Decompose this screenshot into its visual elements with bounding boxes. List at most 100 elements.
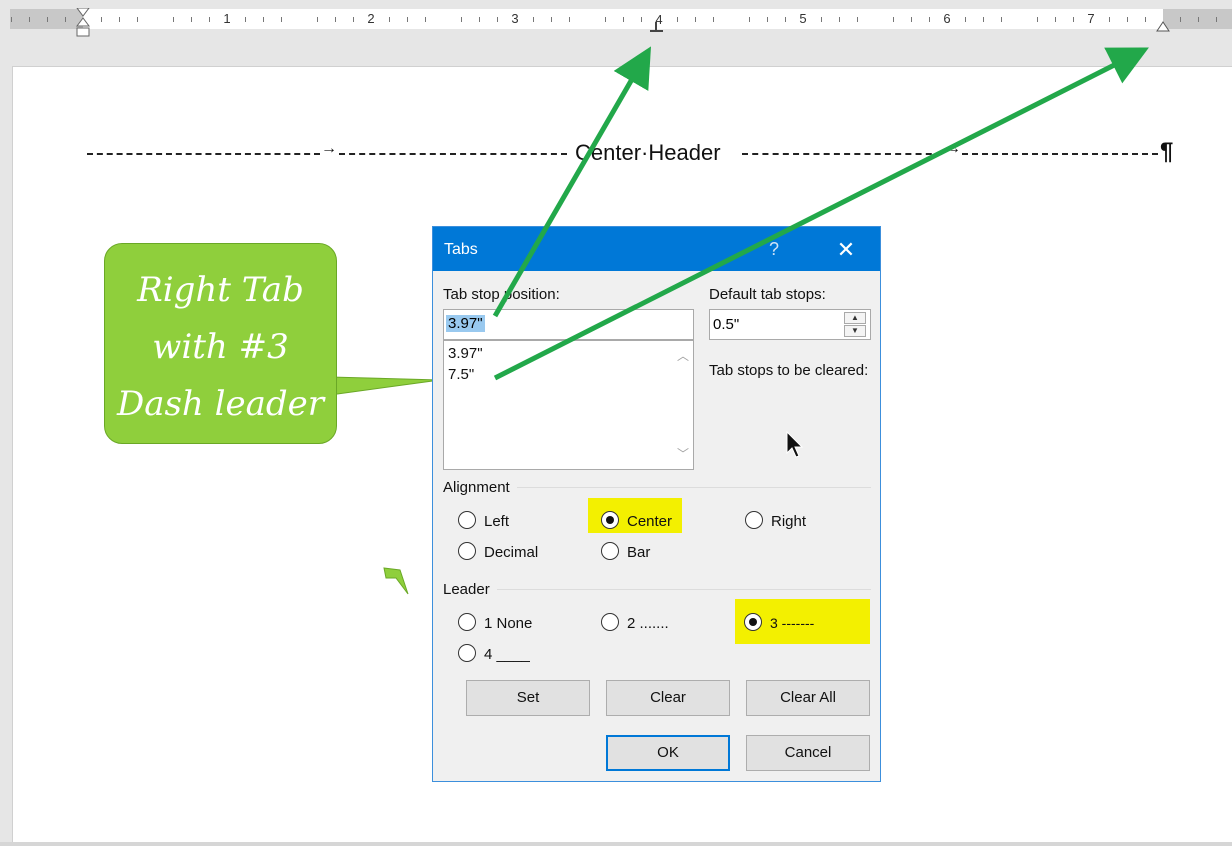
ruler-tick (623, 17, 624, 22)
ruler-number: 7 (1087, 11, 1095, 26)
ok-button[interactable]: OK (606, 735, 730, 771)
dialog-titlebar[interactable]: Tabs ? ✕ (433, 227, 880, 271)
ruler-tick (713, 17, 714, 22)
ruler-tick (137, 17, 138, 22)
alignment-decimal-radio[interactable] (458, 542, 476, 560)
ruler-tick (1037, 17, 1038, 22)
leader-none-radio[interactable] (458, 613, 476, 631)
ruler-tick (605, 17, 606, 22)
ruler-tick (911, 17, 912, 22)
ruler-tick (839, 17, 840, 22)
ruler-tick (533, 17, 534, 22)
alignment-center-label[interactable]: Center (627, 513, 672, 530)
ruler-tick (929, 17, 930, 22)
dash-leader (87, 153, 320, 155)
ruler-tick (29, 17, 30, 22)
clear-all-button[interactable]: Clear All (746, 680, 870, 716)
ruler-tick (551, 17, 552, 22)
indent-marker-icon[interactable] (76, 8, 90, 38)
tab-stop-position-input[interactable]: 3.97" (443, 309, 694, 340)
ruler-tick (641, 17, 642, 22)
ruler-tick (749, 17, 750, 22)
alignment-bar-radio[interactable] (601, 542, 619, 560)
list-item[interactable]: 3.97" (448, 345, 483, 362)
ruler-tick (1180, 17, 1181, 22)
ruler-tick (569, 17, 570, 22)
spin-down-icon[interactable]: ▼ (844, 325, 866, 337)
ruler-tick (965, 17, 966, 22)
tab-stop-position-label: Tab stop position: (443, 286, 560, 303)
group-divider (497, 589, 871, 590)
close-icon[interactable]: ✕ (831, 235, 861, 265)
clear-button[interactable]: Clear (606, 680, 730, 716)
ruler-number: 6 (943, 11, 951, 26)
callout-line: Dash leader (116, 384, 325, 424)
ruler-tick (47, 17, 48, 22)
ruler-tick (857, 17, 858, 22)
spin-up-icon[interactable]: ▲ (844, 312, 866, 324)
ruler-tick (245, 17, 246, 22)
ruler-tick (1073, 17, 1074, 22)
ruler-tick (983, 17, 984, 22)
ruler-tick (11, 17, 12, 22)
horizontal-ruler[interactable]: 1 2 3 4 5 6 7 (0, 0, 1232, 37)
alignment-decimal-label[interactable]: Decimal (484, 544, 538, 561)
help-icon[interactable]: ? (769, 239, 779, 260)
default-tab-stops-input[interactable]: 0.5" ▲ ▼ (709, 309, 871, 340)
leader-none-label[interactable]: 1 None (484, 615, 532, 632)
ruler-tick (1055, 17, 1056, 22)
alignment-right-radio[interactable] (745, 511, 763, 529)
dash-leader (962, 153, 1158, 155)
ruler-tick (209, 17, 210, 22)
ruler-tick (1145, 17, 1146, 22)
tabs-dialog[interactable]: Tabs ? ✕ Tab stop position: 3.97" 3.97" … (432, 226, 881, 782)
tab-arrow-icon: → (321, 140, 337, 157)
dash-leader (742, 153, 942, 155)
ruler-tick (1109, 17, 1110, 22)
leader-dots-radio[interactable] (601, 613, 619, 631)
ruler-tick (335, 17, 336, 22)
ruler-tick (65, 17, 66, 22)
scroll-down-icon[interactable]: ﹀ (675, 445, 691, 461)
ruler-tick (461, 17, 462, 22)
group-divider (517, 487, 871, 488)
scroll-up-icon[interactable]: ︿ (675, 347, 691, 363)
ruler-tick (1216, 17, 1217, 22)
tab-stops-list[interactable]: 3.97" 7.5" ︿ ﹀ (443, 340, 694, 470)
ruler-tick (281, 17, 282, 22)
alignment-bar-label[interactable]: Bar (627, 544, 650, 561)
default-tab-stops-value: 0.5" (713, 316, 740, 333)
leader-dash-radio[interactable] (744, 613, 762, 631)
ruler-tick (893, 17, 894, 22)
list-item[interactable]: 7.5" (448, 366, 474, 383)
right-tab-stop-icon[interactable] (1156, 21, 1170, 32)
center-tab-stop-icon[interactable] (650, 22, 663, 32)
alignment-right-label[interactable]: Right (771, 513, 806, 530)
tab-stops-to-be-cleared-label: Tab stops to be cleared: (709, 362, 869, 379)
ruler-tick (263, 17, 264, 22)
leader-underline-radio[interactable] (458, 644, 476, 662)
leader-underline-label[interactable]: 4 ____ (484, 646, 530, 663)
ruler-tick (785, 17, 786, 22)
ruler-tick (1127, 17, 1128, 22)
cancel-button[interactable]: Cancel (746, 735, 870, 771)
alignment-left-radio[interactable] (458, 511, 476, 529)
alignment-label: Alignment (443, 479, 510, 496)
ruler-tick (695, 17, 696, 22)
set-button[interactable]: Set (466, 680, 590, 716)
ruler-tick (407, 17, 408, 22)
ruler-tick (1198, 17, 1199, 22)
leader-dots-label[interactable]: 2 ....... (627, 615, 669, 632)
ruler-tick (173, 17, 174, 22)
ruler-number: 3 (511, 11, 519, 26)
ruler-tick (353, 17, 354, 22)
ruler-tick (191, 17, 192, 22)
ruler-tick (497, 17, 498, 22)
document-header-line[interactable]: → Center·Header → ¶ (87, 138, 1179, 168)
ruler-tick (767, 17, 768, 22)
alignment-center-radio[interactable] (601, 511, 619, 529)
ruler-tick (821, 17, 822, 22)
leader-dash-label[interactable]: 3 ------- (770, 615, 814, 631)
alignment-left-label[interactable]: Left (484, 513, 509, 530)
tab-arrow-icon: → (945, 140, 961, 157)
